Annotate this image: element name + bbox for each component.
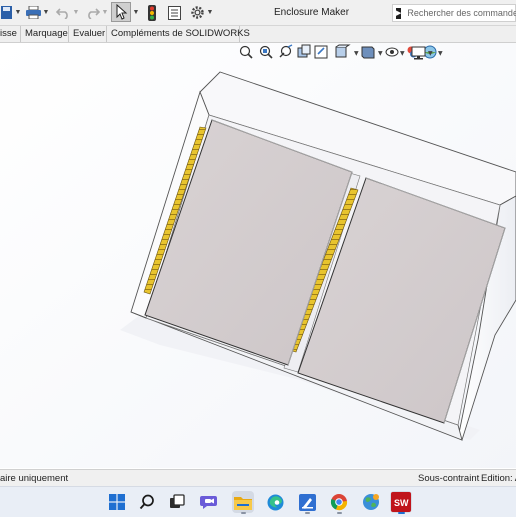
tab-marquage[interactable]: Marquage: [21, 26, 69, 42]
save-icon: [0, 6, 12, 19]
svg-text:▼: ▼: [378, 50, 383, 57]
save-button[interactable]: [0, 3, 12, 22]
main-toolbar: ▼ ▼ ▼ ▼ ▼ ▼ Enclosure Maker ▶ Rechercher…: [0, 0, 516, 26]
tab-solidworks-addins[interactable]: Compléments de SOLIDWORKS: [107, 26, 250, 42]
task-view-button[interactable]: [166, 491, 188, 513]
section-view-icon[interactable]: [297, 44, 311, 58]
select-button[interactable]: [111, 2, 131, 22]
file-properties-icon: [167, 5, 181, 20]
globe-app-button[interactable]: [360, 491, 382, 513]
windows-taskbar: SW: [0, 486, 516, 517]
edition-status: Edition: A: [481, 473, 516, 484]
chevron-down-icon: ▼: [132, 9, 140, 16]
print-dropdown[interactable]: ▼: [42, 3, 50, 22]
active-indicator: [398, 512, 405, 514]
dynamic-annotation-icon[interactable]: [314, 45, 328, 59]
view-orientation-icon[interactable]: ▼: [335, 44, 359, 58]
save-dropdown[interactable]: ▼: [14, 3, 22, 22]
svg-text:▼: ▼: [400, 50, 405, 57]
tab-partial[interactable]: isse: [0, 26, 21, 42]
status-bar: aire uniquement Sous-contraint Edition: …: [0, 469, 516, 486]
select-pointer-icon: [116, 3, 128, 20]
file-explorer-icon: [234, 496, 252, 510]
chevron-down-icon: ▼: [206, 9, 214, 16]
windows-start-icon: [109, 494, 125, 510]
file-properties-button[interactable]: [167, 3, 181, 22]
active-indicator: [241, 512, 246, 514]
taskbar-search-button[interactable]: [136, 491, 158, 513]
redo-button[interactable]: [86, 3, 100, 22]
tab-evaluer[interactable]: Evaluer: [69, 26, 107, 42]
select-dropdown[interactable]: ▼: [132, 3, 140, 22]
options-dropdown[interactable]: ▼: [206, 3, 214, 22]
command-search-icon: ▶: [396, 7, 402, 19]
undo-icon: [56, 7, 68, 19]
redo-icon: [88, 7, 100, 19]
globe-app-icon: [363, 494, 379, 510]
undo-button[interactable]: [56, 3, 70, 22]
constraint-status: Sous-contraint: [418, 473, 480, 484]
enclosure-model[interactable]: [0, 43, 516, 468]
solidworks-icon: SW: [391, 492, 411, 512]
svg-text:▼: ▼: [438, 50, 443, 57]
previous-view-icon[interactable]: [279, 44, 293, 58]
rebuild-button[interactable]: [146, 3, 158, 22]
hide-show-items-icon[interactable]: ▼: [385, 47, 405, 57]
chevron-down-icon: ▼: [14, 9, 22, 16]
undo-dropdown[interactable]: ▼: [72, 3, 80, 22]
view-settings-icon: ▼: [411, 46, 433, 60]
teams-chat-button[interactable]: [198, 491, 220, 513]
view-settings-button[interactable]: ▼: [410, 44, 438, 62]
file-explorer-button[interactable]: [232, 491, 254, 514]
options-button[interactable]: [189, 3, 205, 22]
chrome-icon: [330, 494, 348, 511]
rebuild-traffic-light-icon: [148, 4, 156, 21]
active-indicator: [337, 512, 342, 514]
command-manager-tabs: isse Marquage Evaluer Compléments de SOL…: [0, 26, 516, 43]
window-title: Enclosure Maker: [274, 7, 350, 18]
teams-chat-icon: [200, 496, 217, 509]
solidworks-logo-text: SW: [394, 498, 409, 508]
status-message: aire uniquement: [0, 473, 69, 484]
edge-button[interactable]: [264, 491, 286, 513]
chevron-down-icon: ▼: [42, 9, 50, 16]
display-style-icon[interactable]: ▼: [361, 46, 383, 59]
chevron-down-icon: ▼: [72, 9, 80, 16]
search-placeholder: Rechercher des commandes: [407, 8, 516, 18]
edge-browser-icon: [267, 494, 283, 510]
graphics-area[interactable]: ▼ ▼ ▼ ▼ ▼: [0, 43, 516, 468]
command-search-input[interactable]: ▶ Rechercher des commandes: [392, 4, 516, 22]
chrome-button[interactable]: [328, 491, 350, 514]
start-button[interactable]: [106, 491, 128, 513]
options-gear-icon: [190, 6, 204, 19]
print-button[interactable]: [25, 3, 41, 22]
task-view-icon: [170, 494, 185, 508]
solidworks-button[interactable]: SW: [390, 491, 412, 514]
svg-text:▼: ▼: [354, 50, 359, 57]
svg-text:▼: ▼: [428, 50, 433, 57]
chevron-down-icon: ▼: [101, 9, 109, 16]
text-editor-button[interactable]: [296, 491, 318, 514]
zoom-to-fit-icon[interactable]: [239, 45, 253, 59]
text-editor-icon: [298, 493, 316, 511]
active-indicator: [305, 512, 310, 514]
redo-dropdown[interactable]: ▼: [101, 3, 109, 22]
zoom-to-area-icon[interactable]: [259, 45, 273, 59]
print-icon: [25, 6, 41, 19]
search-icon: [139, 494, 154, 510]
